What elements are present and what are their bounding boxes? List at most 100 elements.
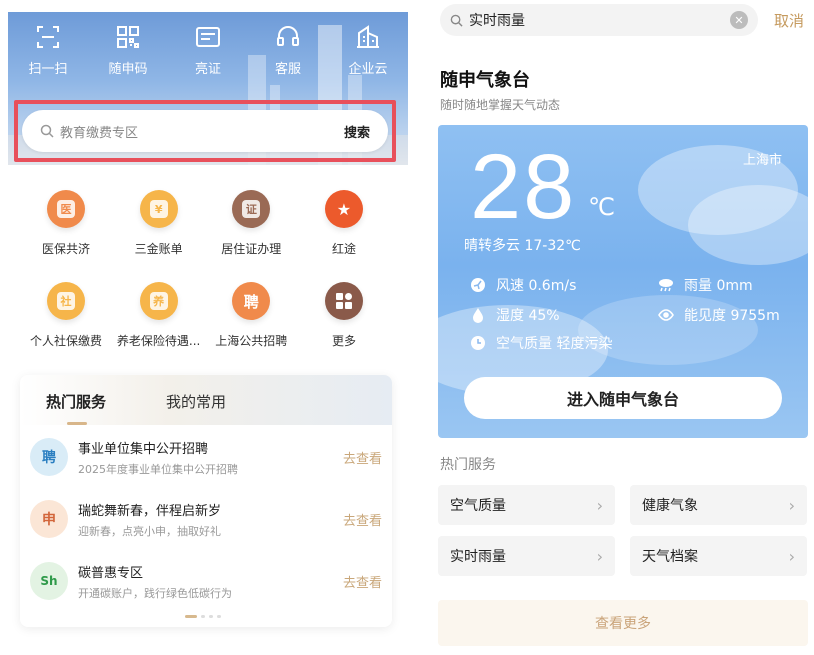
grid-item-label: 养老保险待遇... bbox=[116, 334, 201, 348]
clear-icon[interactable]: ✕ bbox=[730, 11, 748, 29]
tab-hot-services[interactable]: 热门服务 bbox=[46, 391, 106, 412]
city-label: 上海市 bbox=[742, 153, 782, 168]
tile-label: 健康气象 bbox=[642, 498, 698, 514]
weather-condition: 晴转多云 17-32℃ bbox=[464, 238, 581, 254]
air-quality-stat: 空气质量 轻度污染 bbox=[470, 333, 612, 353]
quick-action-customer-service[interactable]: 客服 bbox=[253, 24, 323, 77]
temperature-unit: ℃ bbox=[588, 193, 615, 221]
tile-health-weather[interactable]: 健康气象 › bbox=[630, 485, 807, 525]
carousel-dots bbox=[185, 615, 221, 618]
page-subtitle: 随时随地掌握天气动态 bbox=[440, 98, 561, 112]
headset-icon bbox=[277, 26, 299, 46]
id-card-icon bbox=[196, 27, 220, 47]
quick-action-label: 亮证 bbox=[194, 62, 221, 77]
list-item-subtitle: 2025年度事业单位集中公开招聘 bbox=[78, 462, 238, 476]
card-tabs: 热门服务 我的常用 bbox=[20, 375, 392, 425]
list-item[interactable]: 聘 事业单位集中公开招聘 2025年度事业单位集中公开招聘 去查看 bbox=[30, 429, 382, 485]
recruitment-logo-icon: 聘 bbox=[30, 438, 68, 476]
grid-item-residence-permit[interactable]: 证 居住证办理 bbox=[205, 190, 297, 282]
grid-item-label: 三金账单 bbox=[134, 242, 183, 256]
grid-item-recruitment[interactable]: 聘 上海公共招聘 bbox=[205, 282, 297, 374]
grid-item-label: 更多 bbox=[331, 334, 356, 348]
grid-item-more[interactable]: 更多 bbox=[298, 282, 390, 374]
fund-bill-icon: ¥ bbox=[139, 190, 178, 228]
chevron-right-icon: › bbox=[788, 546, 795, 566]
social-security-icon: 社 bbox=[47, 282, 85, 320]
visibility-text: 能见度 9755m bbox=[684, 308, 780, 324]
search-icon bbox=[450, 14, 463, 27]
search-input[interactable]: 实时雨量 bbox=[469, 10, 730, 30]
search-input[interactable]: 教育缴费专区 bbox=[60, 122, 344, 141]
quick-action-enterprise-cloud[interactable]: 企业云 bbox=[333, 24, 403, 77]
weather-search-bar[interactable]: 实时雨量 ✕ bbox=[440, 4, 758, 36]
list-item-title: 瑞蛇舞新春，伴程启新岁 bbox=[78, 503, 222, 519]
tile-label: 天气档案 bbox=[642, 549, 698, 565]
tile-label: 空气质量 bbox=[450, 498, 506, 514]
grid-item-medical-insurance[interactable]: 医 医保共济 bbox=[20, 190, 112, 282]
tile-weather-archive[interactable]: 天气档案 › bbox=[630, 536, 807, 576]
grid-item-label: 红途 bbox=[331, 242, 356, 256]
hot-services-title: 热门服务 bbox=[440, 457, 496, 473]
right-panel: 实时雨量 ✕ 取消 随申气象台 随时随地掌握天气动态 28 ℃ 上海市 晴转多云… bbox=[430, 0, 814, 655]
active-tab-indicator bbox=[67, 422, 87, 425]
quick-actions-bar: 扫一扫 随申码 亮证 客服 企业云 bbox=[8, 24, 408, 77]
rain-cloud-icon bbox=[659, 279, 673, 292]
list-item[interactable]: 申 瑞蛇舞新春，伴程启新岁 迎新春，点亮小申，抽取好礼 去查看 bbox=[30, 491, 382, 547]
tab-my-favorites[interactable]: 我的常用 bbox=[166, 391, 226, 412]
wind-text: 风速 0.6m/s bbox=[496, 278, 577, 294]
grid-item-fund-bill[interactable]: ¥ 三金账单 bbox=[113, 190, 205, 282]
view-link[interactable]: 去查看 bbox=[343, 510, 382, 529]
rain-text: 雨量 0mm bbox=[684, 278, 753, 294]
humidity-stat: 湿度 45% bbox=[470, 305, 560, 325]
cancel-button[interactable]: 取消 bbox=[774, 10, 804, 31]
chevron-right-icon: › bbox=[788, 495, 795, 515]
grid-item-label: 居住证办理 bbox=[221, 242, 282, 256]
grid-item-label: 医保共济 bbox=[41, 242, 90, 256]
wind-icon bbox=[471, 278, 485, 292]
eye-icon bbox=[658, 309, 674, 321]
enter-weather-station-button[interactable]: 进入随申气象台 bbox=[464, 377, 782, 419]
water-drop-icon bbox=[473, 308, 483, 323]
search-icon bbox=[40, 124, 54, 138]
quick-action-label: 企业云 bbox=[348, 62, 388, 77]
grid-item-social-security[interactable]: 社 个人社保缴费 bbox=[20, 282, 112, 374]
quick-action-scan[interactable]: 扫一扫 bbox=[13, 24, 83, 77]
wind-stat: 风速 0.6m/s bbox=[470, 275, 576, 295]
chevron-right-icon: › bbox=[596, 546, 603, 566]
view-link[interactable]: 去查看 bbox=[343, 572, 382, 591]
hot-services-card: 热门服务 我的常用 聘 事业单位集中公开招聘 2025年度事业单位集中公开招聘 … bbox=[20, 375, 392, 627]
view-more-button[interactable]: 查看更多 bbox=[438, 600, 808, 646]
tile-air-quality[interactable]: 空气质量 › bbox=[438, 485, 615, 525]
quick-action-qr-code[interactable]: 随申码 bbox=[93, 24, 163, 77]
list-item-title: 事业单位集中公开招聘 bbox=[78, 441, 209, 457]
grid-item-pension[interactable]: 养 养老保险待遇... bbox=[113, 282, 205, 374]
tile-realtime-rainfall[interactable]: 实时雨量 › bbox=[438, 536, 615, 576]
list-item-subtitle: 开通碳账户，践行绿色低碳行为 bbox=[78, 586, 232, 600]
page-title: 随申气象台 bbox=[440, 70, 530, 91]
recruitment-icon: 聘 bbox=[232, 282, 271, 320]
clock-icon bbox=[471, 336, 485, 350]
residence-permit-icon: 证 bbox=[232, 190, 271, 228]
view-link[interactable]: 去查看 bbox=[343, 448, 382, 467]
service-grid: 医 医保共济 ¥ 三金账单 证 居住证办理 ★ 红途 社 个人社保缴费 养 养老… bbox=[20, 190, 390, 374]
medical-insurance-icon: 医 bbox=[47, 190, 85, 228]
quick-action-label: 客服 bbox=[274, 62, 301, 77]
search-button[interactable]: 搜索 bbox=[344, 122, 370, 141]
air-quality-text: 空气质量 轻度污染 bbox=[496, 336, 613, 352]
quick-action-show-id[interactable]: 亮证 bbox=[173, 24, 243, 77]
scan-icon bbox=[37, 26, 59, 48]
red-star-icon: ★ bbox=[324, 190, 363, 228]
list-item-subtitle: 迎新春，点亮小申，抽取好礼 bbox=[78, 524, 221, 538]
list-item[interactable]: Sh 碳普惠专区 开通碳账户，践行绿色低碳行为 去查看 bbox=[30, 553, 382, 609]
visibility-stat: 能见度 9755m bbox=[658, 305, 780, 325]
search-bar[interactable]: 教育缴费专区 搜索 bbox=[22, 110, 388, 152]
grid-item-red-route[interactable]: ★ 红途 bbox=[298, 190, 390, 282]
grid-item-label: 个人社保缴费 bbox=[29, 334, 102, 348]
quick-action-label: 扫一扫 bbox=[28, 62, 68, 77]
mascot-logo-icon: 申 bbox=[30, 500, 68, 538]
weather-card: 28 ℃ 上海市 晴转多云 17-32℃ 风速 0.6m/s 雨量 0mm 湿度… bbox=[438, 125, 808, 438]
pension-icon: 养 bbox=[139, 282, 178, 320]
rain-stat: 雨量 0mm bbox=[658, 275, 753, 295]
left-panel: 扫一扫 随申码 亮证 客服 企业云 教育缴费专区 搜索 医 医保共济 ¥ 三金账… bbox=[0, 0, 410, 655]
quick-action-label: 随申码 bbox=[108, 62, 148, 77]
